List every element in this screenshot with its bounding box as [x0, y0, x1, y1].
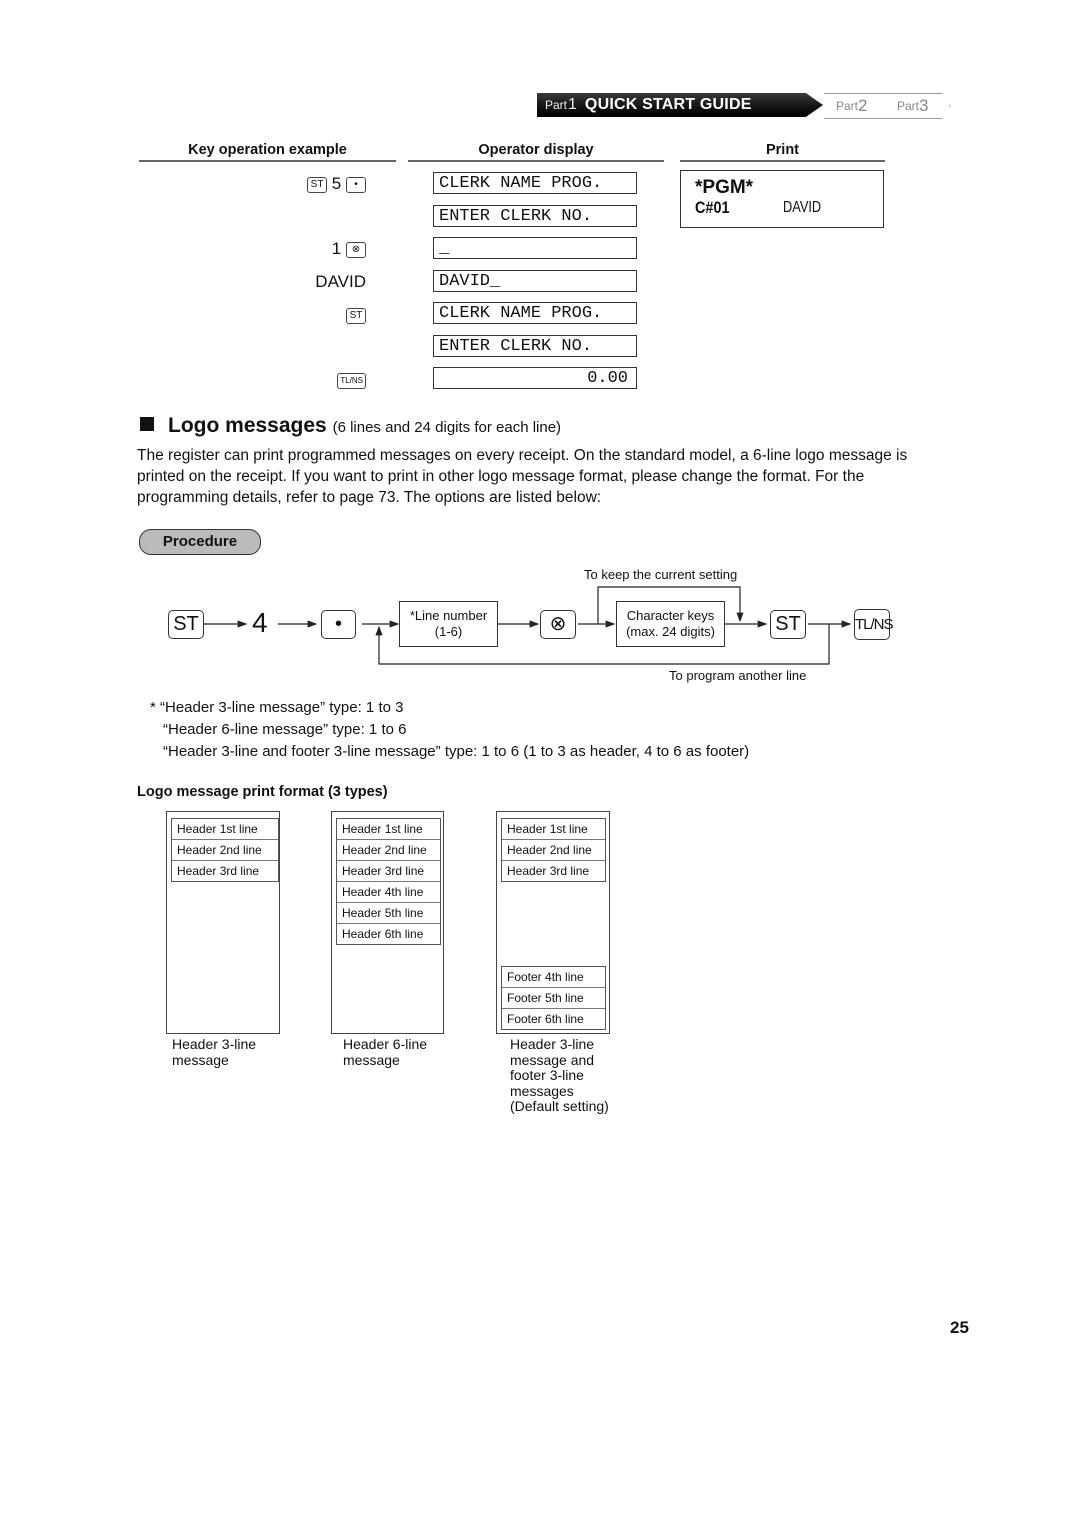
multiply-key: ⊗ [540, 610, 576, 639]
character-keys-box: Character keys (max. 24 digits) [616, 601, 725, 647]
formats-heading: Logo message print format (3 types) [137, 784, 388, 800]
format-caption: Header 3-line message and footer 3-line … [510, 1036, 609, 1114]
header-lines: Header 1st line Header 2nd line Header 3… [501, 818, 606, 882]
header-lines: Header 1st line Header 2nd line Header 3… [171, 818, 279, 882]
receipt-format-header-6: Header 1st line Header 2nd line Header 3… [331, 811, 444, 1034]
format-caption: Header 6-line message [343, 1036, 428, 1068]
type-notes: * “Header 3-line message” type: 1 to 3 “… [150, 699, 750, 760]
header-lines: Header 1st line Header 2nd line Header 3… [336, 818, 441, 945]
st-key: ST [770, 610, 806, 639]
receipt-format-header-3: Header 1st line Header 2nd line Header 3… [166, 811, 280, 1034]
keep-setting-note: To keep the current setting [584, 567, 738, 582]
procedure-flow-lines [204, 586, 852, 665]
digit-4: 4 [252, 607, 268, 638]
footer-lines: Footer 4th line Footer 5th line Footer 6… [501, 966, 606, 1030]
another-line-note: To program another line [669, 668, 807, 683]
st-key: ST [168, 610, 204, 639]
tlns-key: TL/NS [854, 609, 894, 640]
line-number-box: *Line number (1-6) [399, 601, 498, 647]
dot-key: • [321, 610, 356, 639]
receipt-format-header-footer: Header 1st line Header 2nd line Header 3… [496, 811, 610, 1034]
format-caption: Header 3-line message [172, 1036, 257, 1068]
page-number: 25 [950, 1318, 969, 1337]
